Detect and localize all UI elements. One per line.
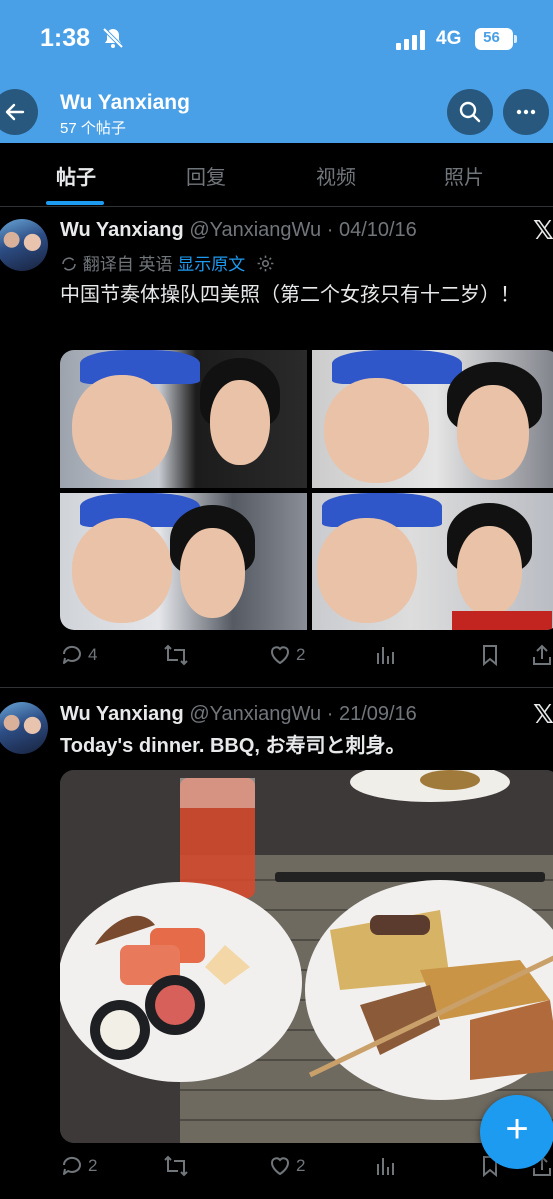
translate-icon (62, 257, 76, 271)
x-logo-icon: 𝕏 (533, 699, 553, 729)
tab-videos[interactable]: 视频 (296, 161, 376, 190)
post[interactable]: Wu Yanxiang @YanxiangWu · 04/10/16 𝕏 翻译自… (0, 207, 553, 687)
share-icon (533, 644, 551, 665)
like-count: 2 (296, 645, 306, 664)
back-arrow-icon (5, 103, 25, 121)
author-name: Wu Yanxiang (60, 703, 184, 725)
show-original-link[interactable]: 显示原文 (177, 255, 245, 274)
battery-level: 56 (483, 29, 500, 46)
tab-replies[interactable]: 回复 (166, 161, 246, 190)
post[interactable]: Wu Yanxiang @YanxiangWu · 21/09/16 𝕏 Tod… (0, 688, 553, 1199)
reply-count: 4 (88, 645, 98, 664)
reply-button[interactable]: 2 (60, 1154, 97, 1178)
network-type: 4G (436, 28, 462, 49)
bookmark-icon (483, 645, 497, 667)
author-name: Wu Yanxiang (60, 219, 184, 241)
search-icon (459, 101, 481, 123)
photo-grid[interactable] (60, 350, 553, 630)
author-handle-date: @YanxiangWu · 21/09/16 (189, 703, 417, 725)
photo-1[interactable] (60, 350, 307, 488)
share-button[interactable] (530, 643, 553, 667)
status-time: 1:38 (40, 24, 91, 52)
reply-icon (62, 1156, 81, 1175)
profile-name: Wu Yanxiang (60, 91, 190, 114)
author-handle-date: @YanxiangWu · 04/10/16 (189, 219, 417, 241)
status-bar: 1:38 4G 56 (0, 0, 553, 80)
avatar[interactable] (0, 219, 48, 271)
dinner-photo (60, 770, 553, 1143)
views-icon (377, 1158, 394, 1175)
compose-button[interactable]: + (480, 1095, 553, 1169)
tab-photos[interactable]: 照片 (424, 161, 504, 190)
reply-count: 2 (88, 1156, 98, 1175)
silent-bell-icon (102, 27, 124, 49)
post-actions: 2 2 (60, 1154, 553, 1184)
plus-icon: + (505, 1107, 529, 1151)
post-photo[interactable] (60, 770, 553, 1143)
signal-icon (396, 30, 425, 50)
reply-icon (62, 645, 81, 664)
post-count: 57 个帖子 (60, 120, 126, 137)
repost-icon (164, 644, 188, 666)
post-author[interactable]: Wu Yanxiang @YanxiangWu · 04/10/16 (60, 219, 417, 242)
more-button[interactable] (503, 89, 549, 135)
translation-info: 翻译自 英语 显示原文 (60, 250, 275, 275)
battery-icon: 56 (475, 28, 517, 50)
views-button[interactable] (374, 1154, 398, 1178)
active-tab-indicator (46, 201, 104, 205)
settings-icon[interactable] (256, 254, 275, 273)
profile-tabs: 帖子 回复 视频 照片 (0, 143, 553, 207)
search-button[interactable] (447, 89, 493, 135)
photo-4[interactable] (312, 493, 553, 630)
repost-button[interactable] (163, 1154, 189, 1178)
photo-3[interactable] (60, 493, 307, 630)
translation-label: 翻译自 英语 (82, 255, 173, 274)
post-text: Today's dinner. BBQ, お寿司と刺身。 (60, 735, 406, 757)
repost-button[interactable] (163, 643, 189, 667)
post-author[interactable]: Wu Yanxiang @YanxiangWu · 21/09/16 (60, 703, 417, 726)
like-count: 2 (296, 1156, 306, 1175)
views-icon (377, 647, 394, 664)
post-text: 中国节奏体操队四美照（第二个女孩只有十二岁）！ (60, 284, 520, 306)
repost-icon (164, 1155, 188, 1177)
like-icon (271, 646, 289, 665)
bookmark-button[interactable] (478, 643, 502, 667)
more-icon (516, 109, 536, 115)
x-logo-icon: 𝕏 (533, 215, 553, 245)
tab-posts[interactable]: 帖子 (36, 161, 116, 190)
reply-button[interactable]: 4 (60, 643, 97, 667)
like-button[interactable]: 2 (268, 1154, 305, 1178)
like-button[interactable]: 2 (268, 643, 305, 667)
like-icon (271, 1157, 289, 1176)
photo-2[interactable] (312, 350, 553, 488)
post-actions: 4 2 (60, 643, 553, 673)
avatar[interactable] (0, 702, 48, 754)
views-button[interactable] (374, 643, 398, 667)
